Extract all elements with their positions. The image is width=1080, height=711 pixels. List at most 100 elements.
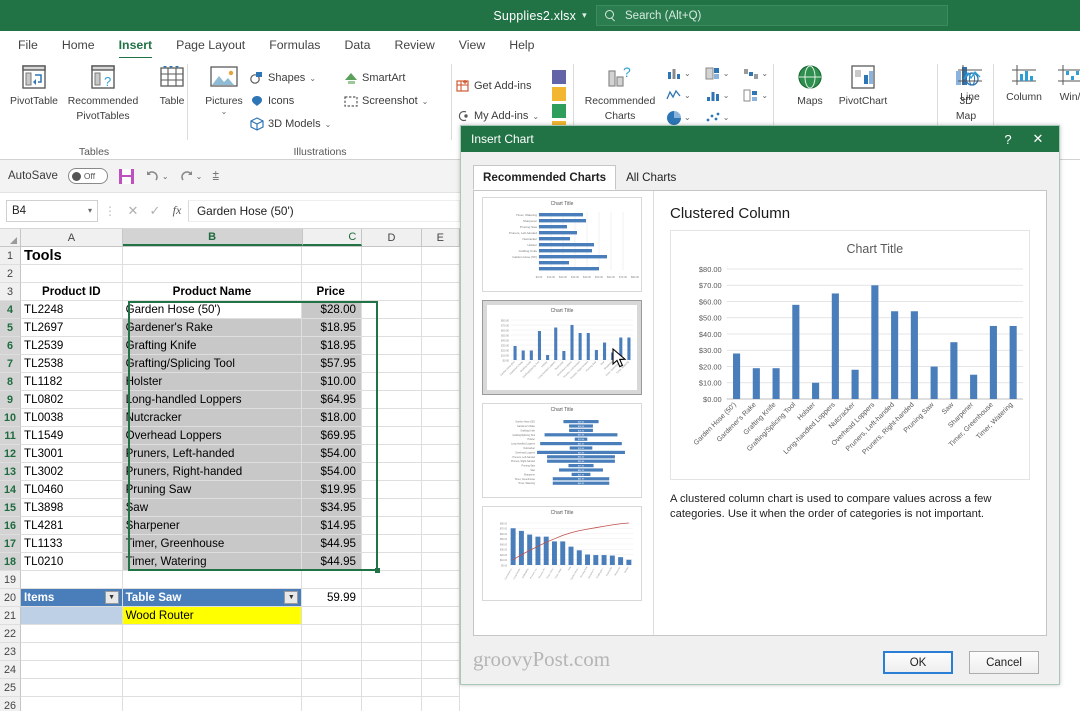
tab-home[interactable]: Home	[50, 34, 107, 56]
row-header[interactable]: 10	[0, 409, 22, 427]
cell-d26[interactable]	[362, 697, 422, 711]
save-icon[interactable]	[118, 168, 135, 185]
pivotchart-button[interactable]: PivotChart	[828, 63, 898, 108]
cell-c2[interactable]	[302, 265, 362, 283]
cell-b23[interactable]	[122, 643, 303, 661]
scatter-chart-button[interactable]: ⌄	[705, 110, 729, 125]
cell-c10[interactable]: $18.00	[302, 409, 362, 427]
row-header[interactable]: 1	[0, 247, 22, 265]
cell-d5[interactable]	[361, 319, 422, 337]
chevron-down-icon[interactable]: ⌄	[723, 91, 730, 100]
cell-a20[interactable]: Items ▼	[21, 589, 123, 607]
cell-d19[interactable]	[361, 571, 422, 589]
row-header[interactable]: 19	[0, 571, 22, 589]
autosave-toggle[interactable]: Off	[67, 168, 108, 184]
customize-toolbar-icon[interactable]: ⩲	[212, 169, 219, 184]
cell-e23[interactable]	[421, 643, 460, 661]
tab-recommended-charts[interactable]: Recommended Charts	[473, 165, 617, 190]
select-all-corner[interactable]	[0, 229, 22, 246]
cell-c14[interactable]: $19.95	[302, 481, 362, 499]
name-box-chevron-down-icon[interactable]: ▾	[88, 206, 92, 215]
cell-b6[interactable]: Grafting Knife	[122, 337, 303, 355]
pictures-chevron-down-icon[interactable]: ⌄	[192, 107, 256, 116]
row-header[interactable]: 22	[0, 625, 22, 643]
tab-file[interactable]: File	[6, 34, 50, 56]
cell-c3[interactable]: Price	[302, 283, 362, 301]
cell-d22[interactable]	[361, 625, 422, 643]
cell-a16[interactable]: TL4281	[21, 517, 123, 535]
cell-c12[interactable]: $54.00	[302, 445, 362, 463]
chevron-down-icon[interactable]: ⌄	[761, 91, 768, 100]
cell-d17[interactable]	[361, 535, 422, 553]
cell-e1[interactable]	[421, 247, 460, 265]
cell-e25[interactable]	[421, 679, 460, 697]
cell-e24[interactable]	[421, 661, 460, 679]
cell-d25[interactable]	[361, 679, 422, 697]
cell-a17[interactable]: TL1133	[21, 535, 123, 553]
pie-chart-button[interactable]: ⌄	[666, 110, 691, 125]
cell-a2[interactable]	[21, 265, 123, 283]
cell-e13[interactable]	[421, 463, 460, 481]
cell-b19[interactable]	[122, 571, 303, 589]
cancel-button[interactable]: Cancel	[969, 651, 1039, 674]
cell-b25[interactable]	[122, 679, 303, 697]
smartart-button[interactable]: SmartArt	[344, 68, 405, 88]
row-header[interactable]: 18	[0, 553, 22, 571]
title-dropdown-icon[interactable]: ▾	[582, 10, 587, 21]
ok-button[interactable]: OK	[883, 651, 953, 674]
row-header[interactable]: 25	[0, 679, 22, 697]
cell-e15[interactable]	[421, 499, 460, 517]
cell-d1[interactable]	[361, 247, 422, 265]
fill-handle[interactable]	[375, 568, 380, 573]
cell-d9[interactable]	[361, 391, 422, 409]
cell-b5[interactable]: Gardener's Rake	[122, 319, 303, 337]
cell-e20[interactable]	[421, 589, 460, 607]
row-header[interactable]: 20	[0, 589, 22, 607]
chevron-down-icon[interactable]: ⌄	[684, 69, 691, 78]
screenshot-button[interactable]: Screenshot ⌄	[344, 91, 428, 111]
row-header[interactable]: 23	[0, 643, 22, 661]
bar-chart-button[interactable]: ⌄	[705, 88, 730, 103]
row-header[interactable]: 24	[0, 661, 22, 679]
cell-a18[interactable]: TL0210	[21, 553, 123, 571]
cell-e16[interactable]	[421, 517, 460, 535]
cell-c22[interactable]	[302, 625, 362, 643]
cell-b21[interactable]: Wood Router	[122, 607, 303, 625]
cell-a6[interactable]: TL2539	[21, 337, 123, 355]
cell-b1[interactable]	[122, 247, 303, 265]
cell-d12[interactable]	[361, 445, 422, 463]
cell-e22[interactable]	[421, 625, 460, 643]
cell-c7[interactable]: $57.95	[302, 355, 362, 373]
tab-help[interactable]: Help	[497, 34, 546, 56]
chevron-down-icon[interactable]: ⌄	[684, 113, 691, 122]
row-header[interactable]: 3	[0, 283, 22, 301]
cell-a14[interactable]: TL0460	[21, 481, 123, 499]
recommended-chart-list[interactable]: Chart Title Timer, Watering Sharpener Pr…	[474, 191, 654, 635]
chevron-down-icon[interactable]: ⌄	[723, 69, 730, 78]
cell-b22[interactable]	[122, 625, 303, 643]
cell-c4[interactable]: $28.00	[302, 301, 362, 319]
tab-all-charts[interactable]: All Charts	[616, 165, 686, 190]
search-input[interactable]: Search (Alt+Q)	[596, 5, 948, 26]
cell-a23[interactable]	[21, 643, 123, 661]
cell-c13[interactable]: $54.00	[302, 463, 362, 481]
cell-e3[interactable]	[421, 283, 460, 301]
row-header[interactable]: 21	[0, 607, 22, 625]
thumb-bar-chart[interactable]: Chart Title Timer, Watering Sharpener Pr…	[482, 197, 642, 292]
my-addins-button[interactable]: My Add-ins ⌄	[456, 106, 539, 126]
row-header[interactable]: 17	[0, 535, 22, 553]
cell-b13[interactable]: Pruners, Right-handed	[122, 463, 303, 481]
cell-b16[interactable]: Sharpener	[122, 517, 303, 535]
row-header[interactable]: 8	[0, 373, 22, 391]
cell-a7[interactable]: TL2538	[21, 355, 123, 373]
winloss-sparkline-button[interactable]: Win/	[1048, 63, 1080, 104]
row-header[interactable]: 7	[0, 355, 22, 373]
cell-a11[interactable]: TL1549	[21, 427, 123, 445]
column-header-a[interactable]: A	[21, 229, 123, 246]
tab-view[interactable]: View	[447, 34, 497, 56]
row-header[interactable]: 4	[0, 301, 22, 319]
cell-b24[interactable]	[122, 661, 303, 679]
row-header[interactable]: 5	[0, 319, 22, 337]
cell-c26[interactable]	[302, 697, 362, 711]
undo-chevron-down-icon[interactable]: ⌄	[162, 172, 169, 181]
